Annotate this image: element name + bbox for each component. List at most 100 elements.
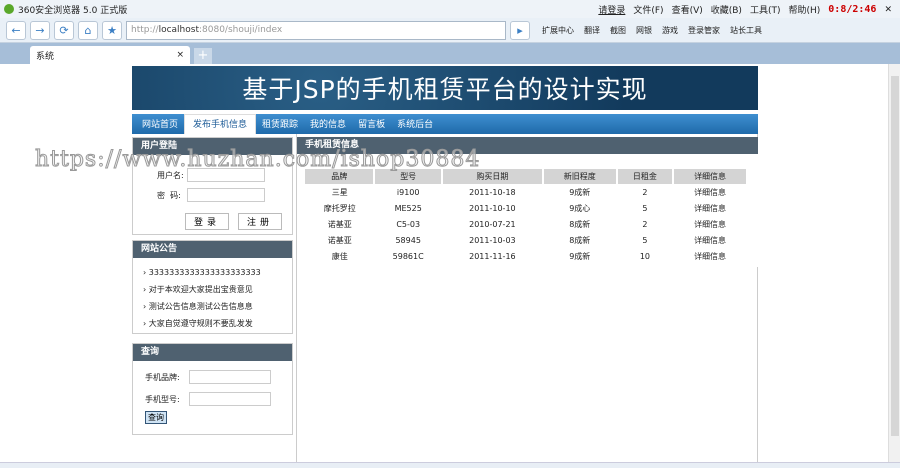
password-label: 密 码: bbox=[157, 190, 181, 200]
tab-bar: 系统 × + bbox=[0, 43, 900, 64]
table-cell: 2011-11-16 bbox=[469, 251, 516, 261]
tool-translate[interactable]: 翻译 bbox=[584, 25, 600, 36]
tool-banking[interactable]: 网银 bbox=[636, 25, 652, 36]
table-cell: 5 bbox=[642, 203, 648, 213]
detail-link[interactable]: 详细信息 bbox=[673, 232, 747, 248]
table-cell: 5 bbox=[642, 235, 648, 245]
column-header: 品牌 bbox=[305, 169, 376, 184]
table-row: 三星 i9100 2011-10-18 9成新 2 详细信息 bbox=[305, 184, 747, 200]
tool-login-manager[interactable]: 登录管家 bbox=[688, 25, 720, 36]
table-cell: 2 bbox=[642, 187, 648, 197]
notice-item[interactable]: › 测试公告信息测试公告信息息 bbox=[143, 298, 292, 315]
nav-tracking[interactable]: 租赁跟踪 bbox=[256, 116, 304, 134]
detail-link[interactable]: 详细信息 bbox=[673, 216, 747, 232]
menu-file[interactable]: 文件(F) bbox=[633, 3, 663, 16]
home-button[interactable]: ⌂ bbox=[78, 20, 98, 40]
status-bar bbox=[0, 462, 900, 468]
tool-screenshot[interactable]: 截图 bbox=[610, 25, 626, 36]
table-cell: 诺基亚 bbox=[327, 235, 352, 245]
go-button[interactable]: ▸ bbox=[510, 20, 530, 40]
table-cell: C5-03 bbox=[396, 219, 421, 229]
favorite-star-icon[interactable]: ★ bbox=[102, 20, 122, 40]
notice-panel: 网站公告 › 3333333333333333333333 › 对于本欢迎大家提… bbox=[132, 240, 293, 334]
browser-titlebar: 360安全浏览器 5.0 正式版 请登录 文件(F) 查看(V) 收藏(B) 工… bbox=[0, 0, 900, 18]
recorder-time: 0:8/2:46 bbox=[828, 4, 877, 15]
close-icon[interactable]: ✕ bbox=[884, 5, 892, 15]
login-button[interactable]: 登录 bbox=[185, 213, 230, 230]
table-row: 诺基亚 C5-03 2010-07-21 8成新 2 详细信息 bbox=[305, 216, 747, 232]
browser-logo-icon bbox=[4, 4, 14, 14]
menu-tools[interactable]: 工具(T) bbox=[750, 3, 781, 16]
scrollbar-thumb[interactable] bbox=[891, 76, 899, 436]
url-host: localhost bbox=[158, 25, 199, 35]
nav-admin[interactable]: 系统后台 bbox=[391, 116, 439, 134]
back-button[interactable]: ← bbox=[6, 20, 26, 40]
table-cell: 9成心 bbox=[569, 203, 591, 213]
vertical-scrollbar[interactable] bbox=[888, 64, 900, 462]
table-row: 摩托罗拉 ME525 2011-10-10 9成心 5 详细信息 bbox=[305, 200, 747, 216]
table-cell: 8成新 bbox=[569, 235, 591, 245]
column-header: 日租金 bbox=[616, 169, 675, 184]
menu-view[interactable]: 查看(V) bbox=[672, 3, 703, 16]
table-cell: 8成新 bbox=[569, 219, 591, 229]
table-cell: 诺基亚 bbox=[327, 219, 352, 229]
browser-title: 360安全浏览器 5.0 正式版 bbox=[18, 5, 128, 16]
listing-table: 品牌 型号 购买日期 新旧程度 日租金 详细信息 三星 i9100 2011-10-18 9成新… bbox=[305, 169, 748, 264]
refresh-button[interactable]: ⟳ bbox=[54, 20, 74, 40]
listing-title: 手机租赁信息 bbox=[297, 137, 758, 154]
notice-item[interactable]: › 对于本欢迎大家提出宝贵意见 bbox=[143, 281, 292, 298]
notice-item[interactable]: › 大家自觉遵守规则不要乱发发 bbox=[143, 315, 292, 332]
table-row: 诺基亚 58945 2011-10-03 8成新 5 详细信息 bbox=[305, 232, 747, 248]
table-cell: 2011-10-10 bbox=[469, 203, 516, 213]
username-label: 用户名: bbox=[157, 170, 184, 180]
tab-close-icon[interactable]: × bbox=[176, 50, 184, 60]
menu-help[interactable]: 帮助(H) bbox=[788, 3, 820, 16]
site-banner: 基于JSP的手机租赁平台的设计实现 bbox=[132, 66, 758, 110]
nav-publish[interactable]: 发布手机信息 bbox=[184, 114, 257, 134]
menu-favorites[interactable]: 收藏(B) bbox=[711, 3, 742, 16]
nav-my-info[interactable]: 我的信息 bbox=[304, 116, 352, 134]
new-tab-button[interactable]: + bbox=[194, 48, 212, 64]
brand-input[interactable] bbox=[189, 370, 271, 384]
notice-item[interactable]: › 3333333333333333333333 bbox=[143, 264, 292, 281]
tab-label: 系统 bbox=[36, 51, 55, 62]
forward-button[interactable]: → bbox=[30, 20, 50, 40]
notice-title: 网站公告 bbox=[133, 241, 292, 258]
table-cell: 2010-07-21 bbox=[469, 219, 516, 229]
table-cell: 康佳 bbox=[331, 251, 348, 261]
table-cell: 三星 bbox=[331, 187, 348, 197]
detail-link[interactable]: 详细信息 bbox=[673, 200, 747, 216]
register-button[interactable]: 注册 bbox=[238, 213, 283, 230]
tab-system[interactable]: 系统 × bbox=[30, 46, 190, 64]
url-path: :8080/shouji/index bbox=[198, 25, 283, 35]
table-cell: 59861C bbox=[392, 251, 424, 261]
password-input[interactable] bbox=[187, 188, 265, 202]
login-link[interactable]: 请登录 bbox=[598, 3, 625, 16]
search-panel: 查询 手机品牌: 手机型号: 查询 bbox=[132, 343, 293, 435]
table-cell: 9成新 bbox=[569, 187, 591, 197]
column-header: 新旧程度 bbox=[542, 169, 618, 184]
table-cell: 58945 bbox=[395, 235, 421, 245]
column-header: 购买日期 bbox=[441, 169, 544, 184]
username-input[interactable] bbox=[187, 168, 265, 182]
nav-home[interactable]: 网站首页 bbox=[136, 116, 184, 134]
table-cell: 10 bbox=[639, 251, 650, 261]
detail-link[interactable]: 详细信息 bbox=[673, 184, 747, 200]
nav-guestbook[interactable]: 留言板 bbox=[352, 116, 391, 134]
model-input[interactable] bbox=[189, 392, 271, 406]
brand-label: 手机品牌: bbox=[145, 372, 180, 382]
tool-extensions[interactable]: 扩展中心 bbox=[542, 25, 574, 36]
url-prefix: http:// bbox=[131, 25, 159, 35]
detail-link[interactable]: 详细信息 bbox=[673, 248, 747, 264]
login-title: 用户登陆 bbox=[133, 138, 292, 155]
tool-games[interactable]: 游戏 bbox=[662, 25, 678, 36]
table-cell: 9成新 bbox=[569, 251, 591, 261]
search-button[interactable]: 查询 bbox=[145, 411, 167, 424]
tool-webmaster[interactable]: 站长工具 bbox=[730, 25, 762, 36]
table-cell: 2 bbox=[642, 219, 648, 229]
site-nav: 网站首页 发布手机信息 租赁跟踪 我的信息 留言板 系统后台 bbox=[132, 114, 758, 134]
table-cell: 摩托罗拉 bbox=[323, 203, 356, 213]
search-title: 查询 bbox=[133, 344, 292, 361]
listing-panel: 手机租赁信息 品牌 型号 购买日期 新旧程度 日租金 详细信息 三星 i9100 2011-1… bbox=[297, 137, 758, 267]
address-bar[interactable]: http://localhost:8080/shouji/index bbox=[126, 20, 506, 40]
